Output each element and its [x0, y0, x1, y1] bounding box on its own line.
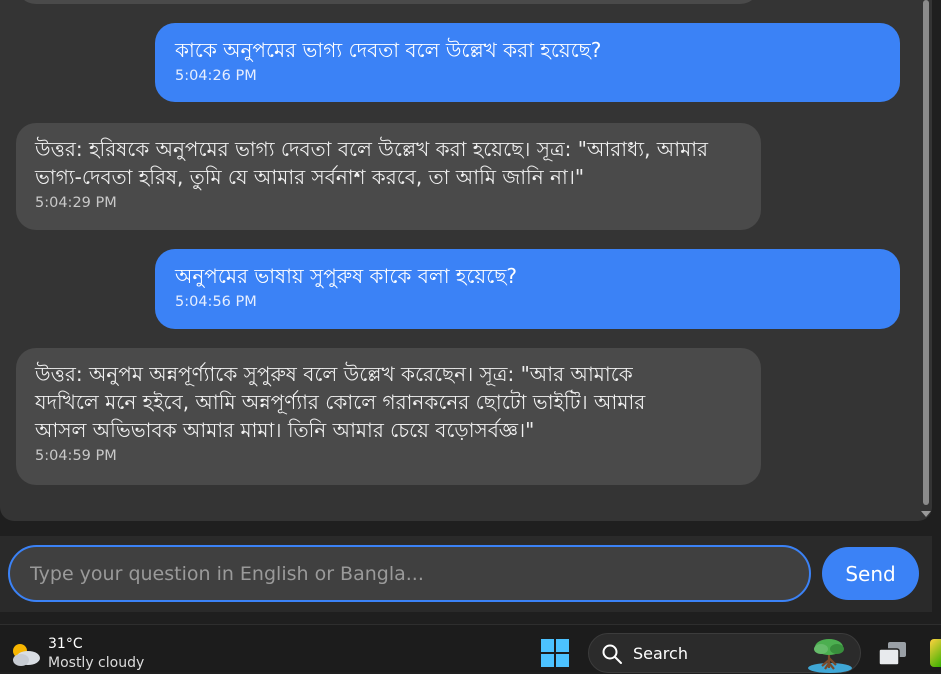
bot-message: উত্তর: অনুপম অন্নপূর্ণ্যাকে সুপুরুষ বলে …	[16, 348, 761, 485]
partly-cloudy-icon	[13, 644, 40, 666]
taskbar-search-box[interactable]: Search	[588, 633, 861, 673]
question-input[interactable]	[8, 545, 811, 602]
user-message: অনুপমের ভাষায় সুপুরুষ কাকে বলা হয়েছে? …	[155, 249, 900, 329]
message-input-bar: Send	[0, 536, 932, 612]
message-timestamp: 5:04:26 PM	[175, 68, 257, 84]
windows-taskbar: 31°C Mostly cloudy Search	[0, 624, 941, 673]
message-timestamp: 5:04:29 PM	[35, 195, 117, 211]
chat-scrollbar[interactable]	[920, 0, 932, 521]
weather-widget[interactable]: 31°C Mostly cloudy	[8, 633, 158, 673]
chat-area: কাকে অনুপমের ভাগ্য দেবতা বলে উল্লেখ করা …	[0, 0, 932, 521]
message-text: অনুপমের ভাষায় সুপুরুষ কাকে বলা হয়েছে?	[175, 264, 517, 288]
magnifier-icon	[602, 644, 622, 664]
send-button[interactable]: Send	[822, 547, 919, 600]
search-highlight-tree-icon	[808, 639, 852, 673]
message-text: উত্তর: অনুপম অন্নপূর্ণ্যাকে সুপুরুষ বলে …	[35, 362, 646, 442]
search-label: Search	[633, 644, 688, 663]
scrollbar-thumb[interactable]	[923, 0, 929, 505]
weather-description: Mostly cloudy	[48, 655, 145, 671]
message-text: কাকে অনুপমের ভাগ্য দেবতা বলে উল্লেখ করা …	[175, 38, 602, 62]
message-text: উত্তর: হরিষকে অনুপমের ভাগ্য দেবতা বলে উল…	[35, 137, 709, 189]
previous-message-bubble	[16, 0, 760, 4]
user-message: কাকে অনুপমের ভাগ্য দেবতা বলে উল্লেখ করা …	[155, 23, 900, 102]
message-timestamp: 5:04:59 PM	[35, 448, 117, 464]
task-view-icon[interactable]	[876, 639, 910, 669]
pinned-app-icon[interactable]	[930, 639, 941, 667]
message-timestamp: 5:04:56 PM	[175, 294, 257, 310]
bot-message: উত্তর: হরিষকে অনুপমের ভাগ্য দেবতা বলে উল…	[16, 123, 761, 230]
windows-logo-icon[interactable]	[541, 639, 571, 669]
scroll-down-arrow-icon[interactable]	[921, 511, 931, 517]
weather-temperature: 31°C	[48, 636, 83, 652]
